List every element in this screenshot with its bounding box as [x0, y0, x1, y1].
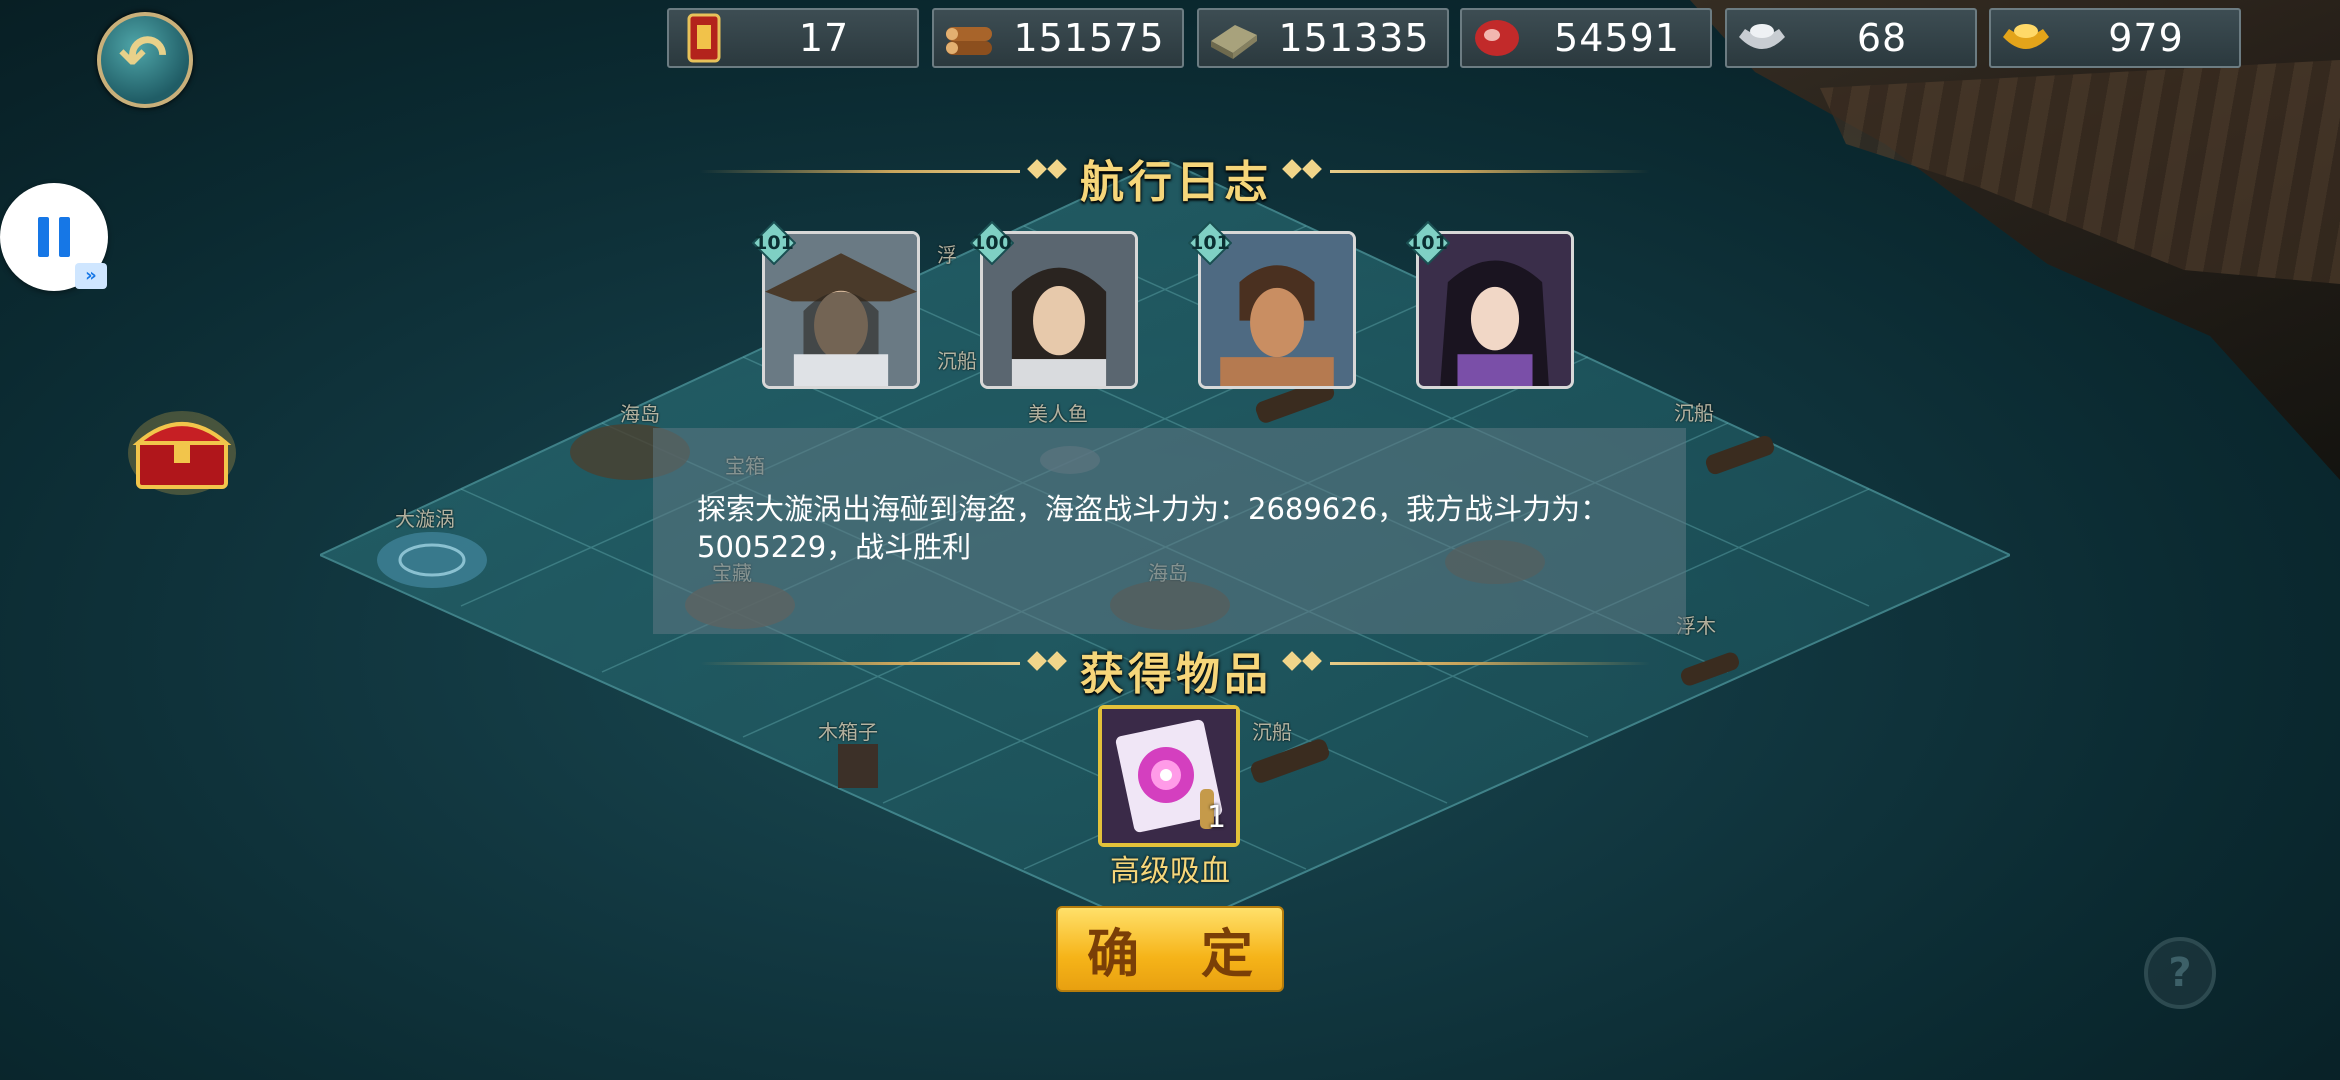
resource-gold: 979 — [1989, 8, 2241, 68]
rewards-title: 获得物品 — [1080, 649, 1272, 700]
hero-level-1: 101 — [754, 232, 794, 254]
help-button[interactable]: ? — [2144, 937, 2216, 1009]
resource-silver-value: 68 — [1856, 16, 1908, 60]
pause-icon — [38, 217, 70, 257]
map-label-wreck-2: 沉船 — [1674, 401, 1714, 425]
resource-wood-value: 151575 — [1013, 16, 1165, 60]
map-label-float: 浮 — [937, 243, 957, 267]
resource-meat: 54591 — [1460, 8, 1712, 68]
reward-item-name: 高级吸血 — [1110, 854, 1230, 889]
resource-meat-value: 54591 — [1554, 16, 1680, 60]
back-arrow-icon: ↶ — [118, 22, 168, 90]
rewards-header: 获得物品 — [700, 638, 1650, 700]
resource-gold-value: 979 — [2108, 16, 2184, 60]
map-label-wreck: 沉船 — [937, 349, 977, 373]
map-label-whirlpool: 大漩涡 — [395, 507, 455, 531]
confirm-button[interactable]: 确 定 — [1056, 906, 1284, 992]
hero-level-3: 101 — [1190, 232, 1230, 254]
hero-level-badge-4: 101 — [1406, 221, 1450, 265]
map-label-mermaid: 美人鱼 — [1028, 402, 1088, 426]
resource-wood: 151575 — [932, 8, 1184, 68]
resource-stone-value: 151335 — [1278, 16, 1430, 60]
silver-ingot-icon — [1739, 24, 1785, 49]
battle-log-box: 探索大漩涡出海碰到海盗，海盗战斗力为：2689626，我方战斗力为：500522… — [653, 428, 1686, 634]
meat-icon — [1475, 20, 1519, 56]
scroll-medal-icon — [687, 13, 721, 63]
confirm-button-label: 确 定 — [1086, 924, 1276, 985]
resource-token-value: 17 — [798, 16, 850, 60]
hero-level-badge-2: 100 — [970, 221, 1014, 265]
voyage-log-title: 航行日志 — [1080, 157, 1272, 208]
voyage-log-header: 航行日志 — [700, 146, 1650, 208]
hero-level-badge-1: 101 — [752, 221, 796, 265]
wood-logs-icon — [946, 27, 992, 55]
reward-item-count: 1 — [1207, 800, 1227, 835]
resource-silver: 68 — [1725, 8, 1977, 68]
treasure-chest-icon[interactable] — [128, 405, 236, 495]
map-label-wreck-3: 沉船 — [1252, 720, 1292, 744]
hero-level-2: 100 — [972, 232, 1012, 254]
battle-log-message: 探索大漩涡出海碰到海盗，海盗战斗力为：2689626，我方战斗力为：500522… — [697, 492, 1610, 564]
hero-level-4: 101 — [1408, 232, 1448, 254]
map-label-island: 海岛 — [620, 402, 660, 426]
resource-stone: 151335 — [1197, 8, 1449, 68]
gold-ingot-icon — [2003, 24, 2049, 49]
fast-forward-icon[interactable]: » — [75, 263, 107, 289]
resource-token: 17 — [667, 8, 919, 68]
back-button[interactable]: ↶ — [97, 12, 193, 108]
map-label-wooden-crate: 木箱子 — [818, 720, 878, 744]
hero-level-badge-3: 101 — [1188, 221, 1232, 265]
stone-slab-icon — [1211, 25, 1257, 59]
